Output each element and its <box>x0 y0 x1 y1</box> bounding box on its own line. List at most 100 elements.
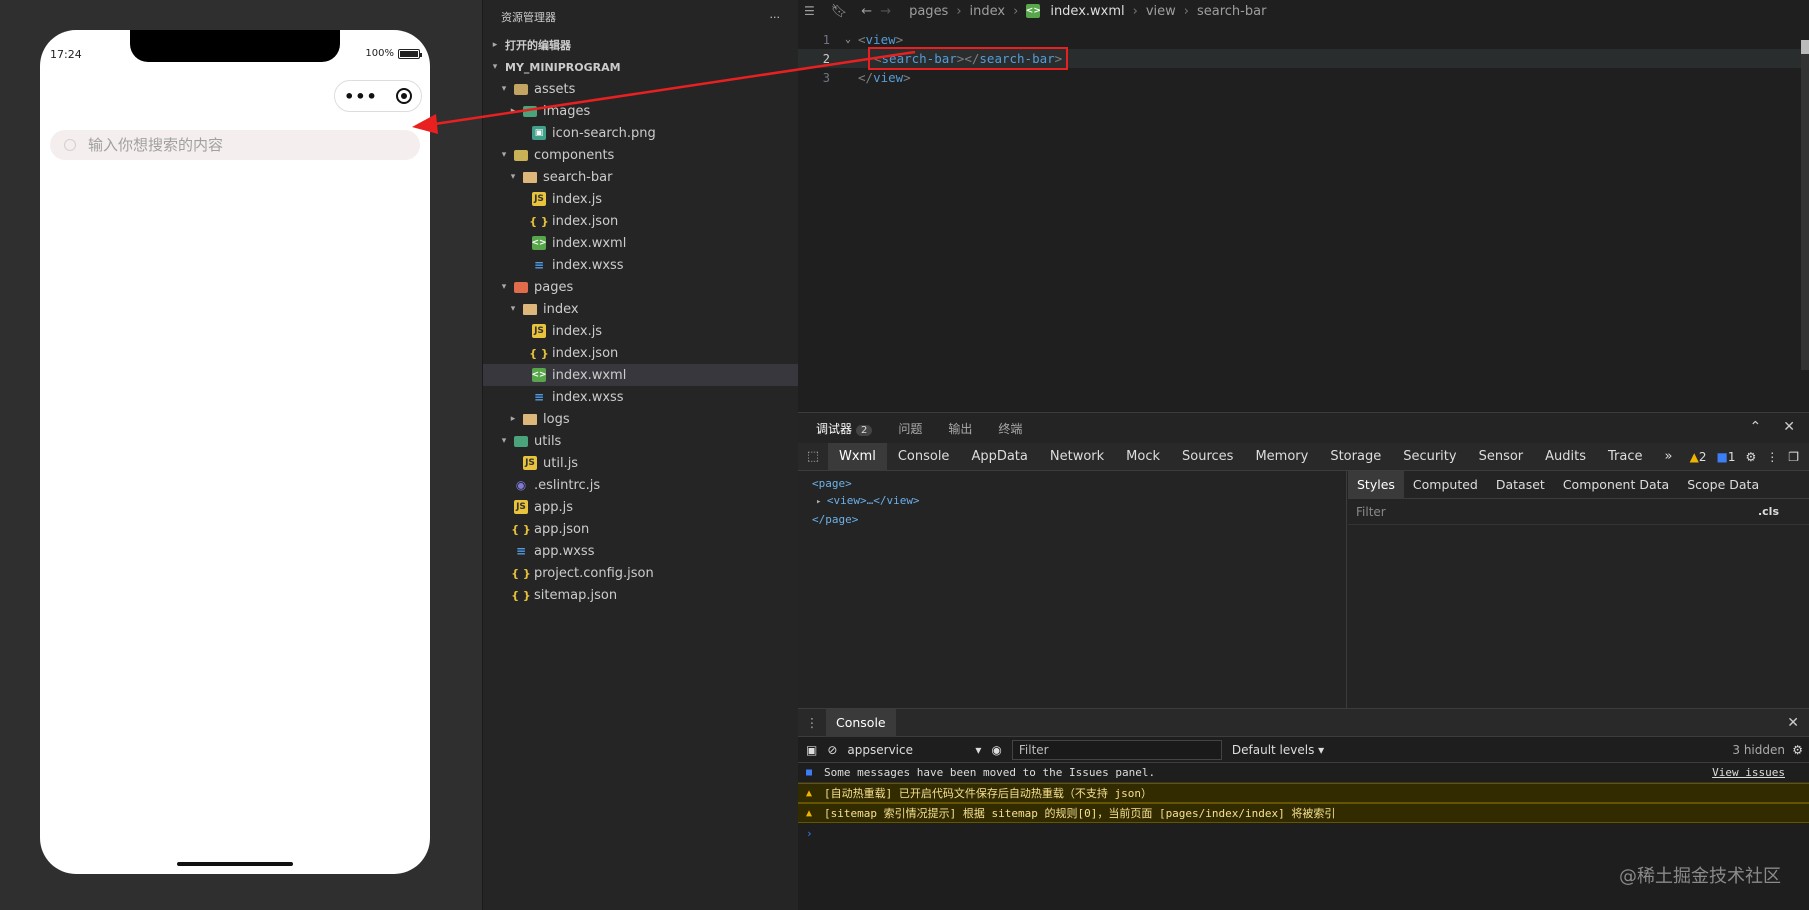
kebab-menu-icon[interactable]: ⋮ <box>1766 450 1778 464</box>
info-count[interactable]: ■1 <box>1716 450 1735 464</box>
tab-output[interactable]: 输出 <box>948 420 972 437</box>
tab-computed[interactable]: Computed <box>1404 471 1487 499</box>
search-input[interactable] <box>88 136 368 154</box>
close-icon[interactable]: ✕ <box>1787 715 1809 731</box>
tab-storage[interactable]: Storage <box>1319 443 1392 471</box>
js-file-icon: JS <box>514 500 528 514</box>
code-line-3[interactable]: 3 </view > <box>798 68 1809 87</box>
file-tree-item[interactable]: ▸ logs <box>483 408 798 430</box>
outline-icon[interactable]: ☰ <box>804 4 815 18</box>
breadcrumb-search-bar[interactable]: search-bar <box>1197 4 1266 19</box>
tab-network[interactable]: Network <box>1039 443 1115 471</box>
explorer-more-button[interactable]: ··· <box>770 11 781 24</box>
file-tree-item[interactable]: JS index.js <box>483 188 798 210</box>
scrollbar-thumb[interactable] <box>1801 40 1809 54</box>
menu-capsule[interactable]: ••• <box>334 80 422 112</box>
tab-mock[interactable]: Mock <box>1115 443 1171 471</box>
sidebar-toggle-icon[interactable]: ▣ <box>806 743 817 757</box>
gear-icon[interactable]: ⚙ <box>1745 450 1756 464</box>
styles-filter[interactable]: Filter .cls <box>1348 499 1809 525</box>
levels-select[interactable]: Default levels ▾ <box>1232 743 1324 757</box>
file-tree-item[interactable]: JS util.js <box>483 452 798 474</box>
search-bar[interactable] <box>50 130 420 160</box>
breadcrumb-file[interactable]: index.wxml <box>1050 4 1124 19</box>
file-tree-item[interactable]: ▾ utils <box>483 430 798 452</box>
eye-icon[interactable]: ◉ <box>991 743 1001 757</box>
close-miniprogram-icon[interactable] <box>395 88 412 104</box>
wxml-node-view[interactable]: ▸ <view>…</view> <box>812 492 1332 511</box>
kebab-menu-icon[interactable]: ⋮ <box>798 715 826 730</box>
file-tree-item[interactable]: ≡ index.wxss <box>483 254 798 276</box>
styles-filter-input[interactable]: Filter <box>1356 505 1386 519</box>
breadcrumb-index[interactable]: index <box>970 4 1006 19</box>
tab-problems[interactable]: 问题 <box>898 420 922 437</box>
more-tabs-icon[interactable]: » <box>1654 443 1684 471</box>
tab-dataset[interactable]: Dataset <box>1487 471 1554 499</box>
context-select[interactable]: appservice ▾ <box>847 743 981 757</box>
file-tree-item[interactable]: ▸ images <box>483 100 798 122</box>
open-editors-section[interactable]: ▸ 打开的编辑器 <box>483 34 798 56</box>
inspect-icon[interactable]: ⬚ <box>798 449 828 464</box>
console-prompt[interactable]: › <box>798 823 1809 843</box>
tab-terminal[interactable]: 终端 <box>998 420 1022 437</box>
wxml-node-page-close[interactable]: </page> <box>812 511 1332 528</box>
file-tree-label: project.config.json <box>534 565 654 581</box>
file-tree-item[interactable]: JS app.js <box>483 496 798 518</box>
file-tree-item[interactable]: { } app.json <box>483 518 798 540</box>
chevron-up-icon[interactable]: ⌃ <box>1750 419 1762 435</box>
file-tree-item[interactable]: ▾ search-bar <box>483 166 798 188</box>
code-line-2[interactable]: 2 <search-bar></search-bar> <box>798 47 1809 70</box>
tab-audits[interactable]: Audits <box>1534 443 1597 471</box>
file-tree-item[interactable]: JS index.js <box>483 320 798 342</box>
tab-console-drawer[interactable]: Console <box>826 708 896 737</box>
file-tree-item[interactable]: ▾ components <box>483 144 798 166</box>
tab-memory[interactable]: Memory <box>1244 443 1319 471</box>
tab-wxml[interactable]: Wxml <box>828 442 887 471</box>
file-tree-item[interactable]: <> index.wxml <box>483 364 798 386</box>
tab-debugger[interactable]: 调试器 2 <box>816 420 873 437</box>
file-tree-item[interactable]: { } index.json <box>483 210 798 232</box>
breadcrumb-separator: › <box>1183 3 1189 19</box>
warning-count[interactable]: ▲2 <box>1690 450 1707 464</box>
tab-sensor[interactable]: Sensor <box>1468 443 1535 471</box>
tab-security[interactable]: Security <box>1392 443 1467 471</box>
gear-icon[interactable]: ⚙ <box>1792 743 1803 757</box>
back-arrow-icon[interactable]: ← <box>861 4 872 19</box>
tab-console[interactable]: Console <box>887 443 961 471</box>
close-icon[interactable]: ✕ <box>1783 419 1795 435</box>
fold-chevron-icon[interactable]: ⌄ <box>838 34 858 45</box>
clear-console-icon[interactable]: ⊘ <box>827 743 837 757</box>
project-section[interactable]: ▾ MY_MINIPROGRAM <box>483 56 798 78</box>
breadcrumb-separator: › <box>1013 3 1019 19</box>
file-tree-item[interactable]: ▾ index <box>483 298 798 320</box>
editor-scrollbar[interactable] <box>1801 40 1809 370</box>
file-tree-item[interactable]: { } sitemap.json <box>483 584 798 606</box>
tab-sources[interactable]: Sources <box>1171 443 1244 471</box>
forward-arrow-icon[interactable]: → <box>880 4 891 19</box>
file-tree-item[interactable]: <> index.wxml <box>483 232 798 254</box>
more-dots-icon[interactable]: ••• <box>344 87 378 106</box>
file-tree-item[interactable]: { } project.config.json <box>483 562 798 584</box>
json-file-icon: { } <box>529 214 549 228</box>
bookmark-icon[interactable]: 🔖︎ <box>831 4 848 19</box>
file-tree-item[interactable]: ≡ app.wxss <box>483 540 798 562</box>
phone-screen: 17:24 100% ••• <box>40 30 430 874</box>
tab-appdata[interactable]: AppData <box>960 443 1038 471</box>
wxml-node-page[interactable]: <page> <box>812 475 1332 492</box>
breadcrumb-view[interactable]: view <box>1146 4 1176 19</box>
dock-icon[interactable]: ❐ <box>1788 450 1799 464</box>
tab-styles[interactable]: Styles <box>1348 470 1404 499</box>
file-tree-item[interactable]: { } index.json <box>483 342 798 364</box>
breadcrumb-pages[interactable]: pages <box>909 4 948 19</box>
cls-toggle[interactable]: .cls <box>1758 505 1779 518</box>
file-tree-item[interactable]: ▣ icon-search.png <box>483 122 798 144</box>
file-tree-item[interactable]: ▾ pages <box>483 276 798 298</box>
file-tree-item[interactable]: ◉ .eslintrc.js <box>483 474 798 496</box>
tab-scope-data[interactable]: Scope Data <box>1678 471 1768 499</box>
tab-trace[interactable]: Trace <box>1597 443 1654 471</box>
view-issues-link[interactable]: View issues <box>1712 766 1809 779</box>
tab-component-data[interactable]: Component Data <box>1554 471 1678 499</box>
console-filter-input[interactable]: Filter <box>1011 739 1222 760</box>
file-tree-item[interactable]: ≡ index.wxss <box>483 386 798 408</box>
file-tree-item[interactable]: ▾ assets <box>483 78 798 100</box>
